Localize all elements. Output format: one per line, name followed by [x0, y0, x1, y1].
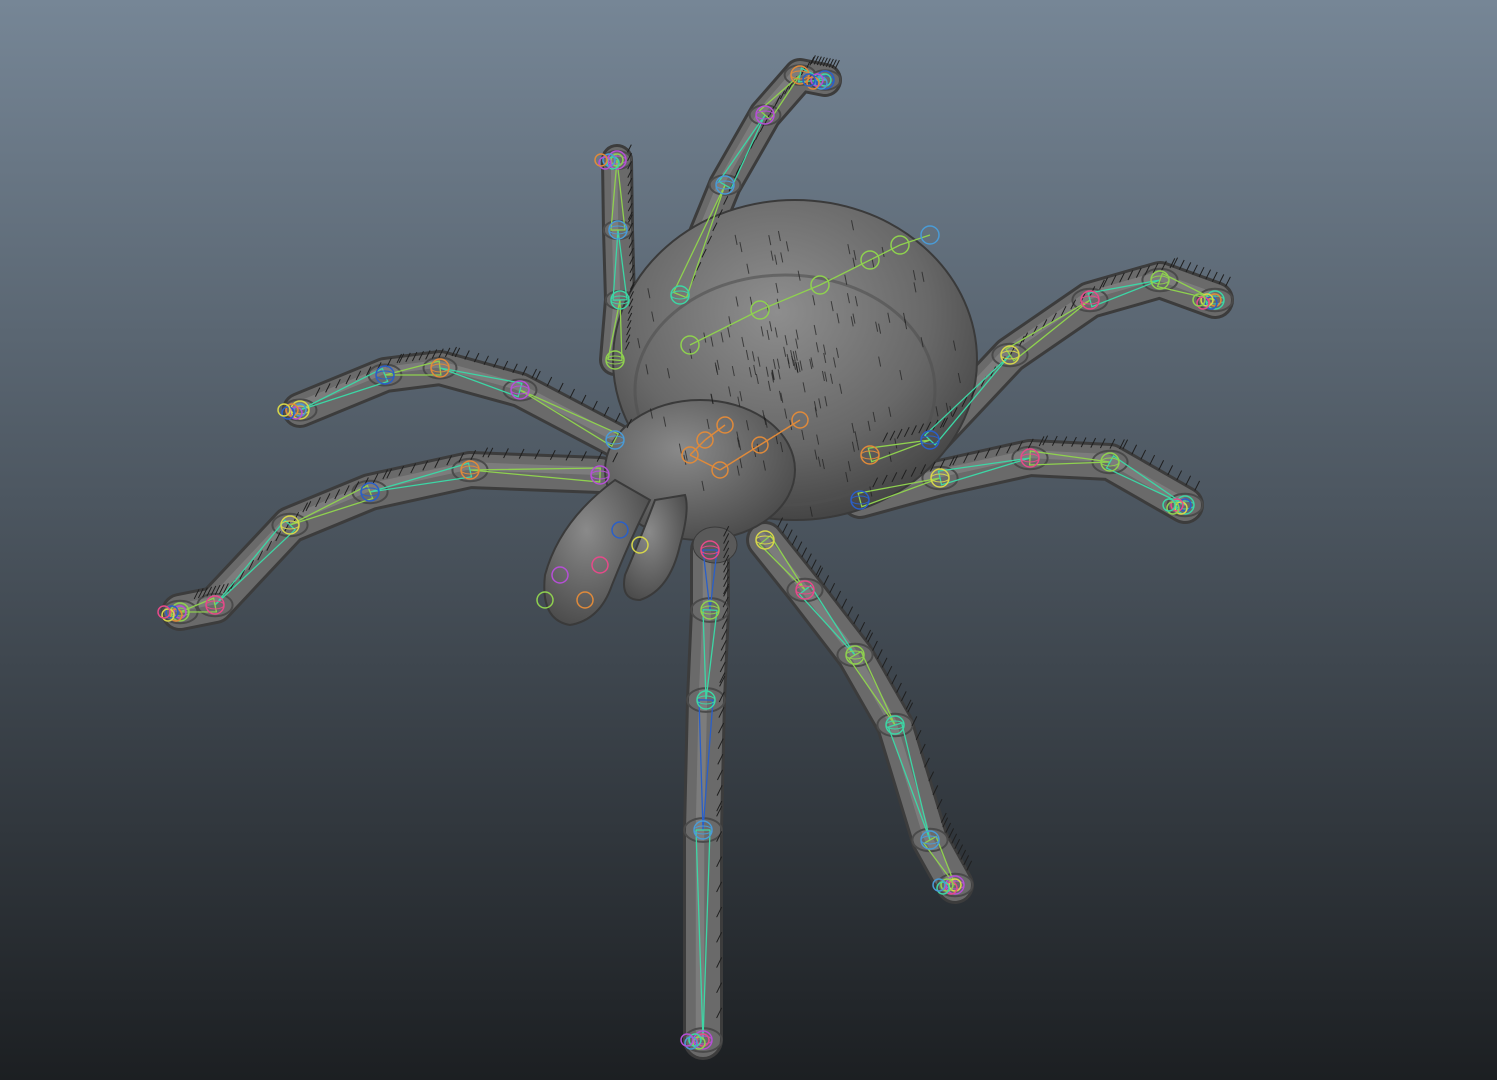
- viewport-scene[interactable]: [0, 0, 1497, 1080]
- maya-3d-viewport[interactable]: [0, 0, 1497, 1080]
